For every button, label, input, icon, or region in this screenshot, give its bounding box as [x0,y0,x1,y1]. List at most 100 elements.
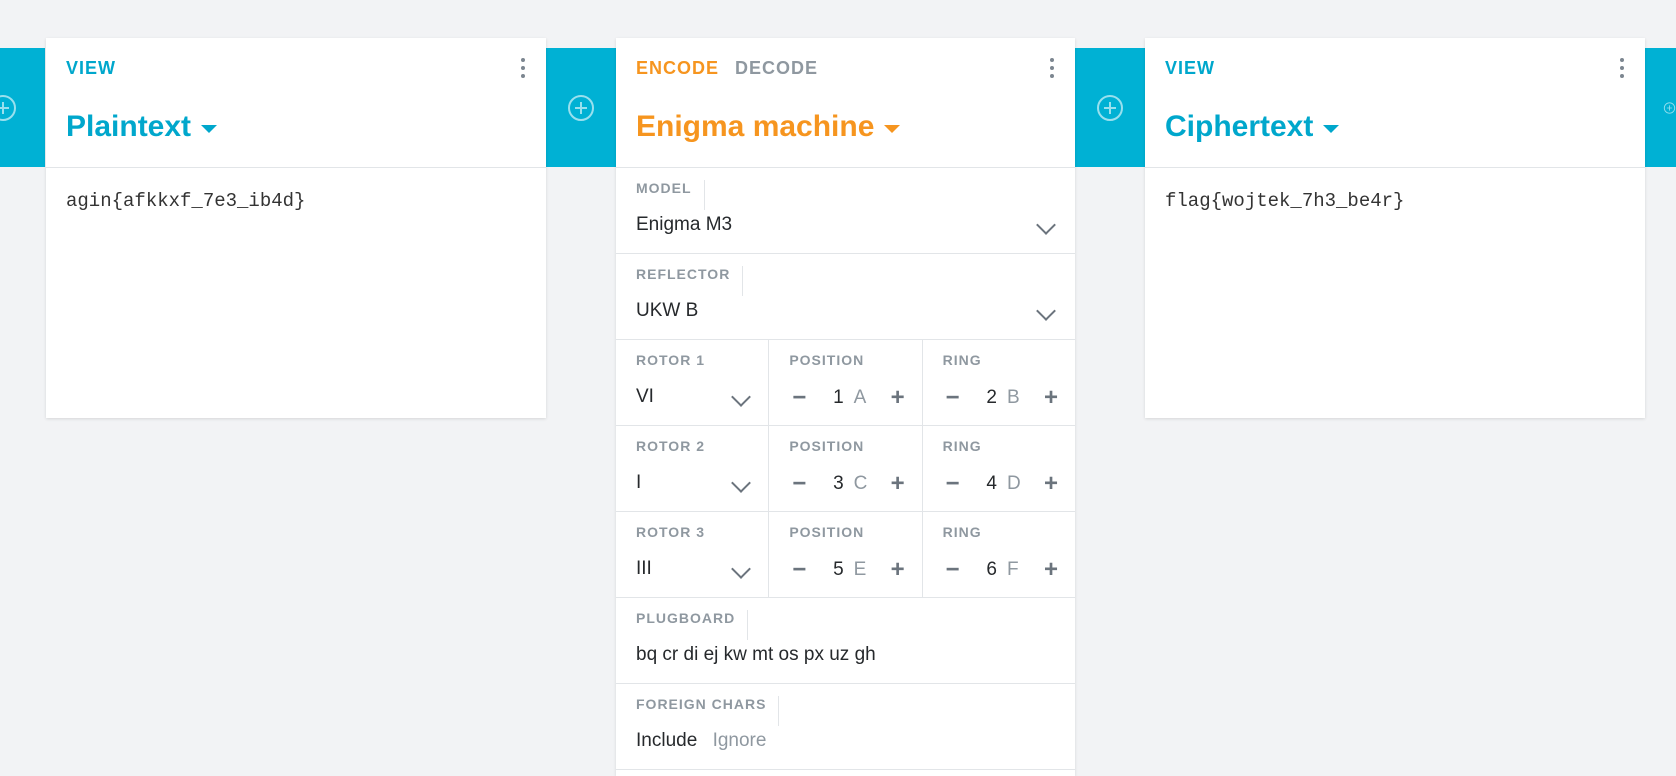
rotor-value: VI [636,386,654,407]
field-label: POSITION [789,524,865,540]
ciphertext-brick: VIEW Ciphertext flag{wojtek_7h3_be4r} [1145,38,1645,418]
plaintext-brick: VIEW Plaintext agin{afkkxf_7e3_ib4d} [46,38,546,418]
ring-stepper: RING − 6 F + [923,512,1075,597]
plus-circle-icon [0,94,16,121]
field-label: PLUGBOARD [636,610,749,640]
chevron-down-icon[interactable] [731,387,752,407]
plugboard-value[interactable]: bq cr di ej kw mt os px uz gh [636,644,876,666]
brick-title: Plaintext [66,110,192,143]
reflector-select[interactable]: REFLECTOR UKW B [616,254,1075,340]
plus-icon[interactable]: + [1041,470,1061,498]
brick-title: Ciphertext [1165,110,1314,143]
add-brick-button-left[interactable] [0,48,45,167]
brick-title: Enigma machine [636,110,875,143]
field-label: REFLECTOR [636,266,744,296]
foreign-chars-field: FOREIGN CHARS Include Ignore [616,684,1075,770]
view-tabs: VIEW [1165,58,1215,79]
plus-icon[interactable]: + [888,384,908,412]
tab-view[interactable]: VIEW [66,58,116,79]
brick-title-selector[interactable]: Enigma machine [636,110,901,144]
view-tabs: VIEW [66,58,116,79]
chevron-down-icon[interactable] [731,559,752,579]
minus-icon[interactable]: − [943,556,963,584]
field-label: ROTOR 2 [636,438,705,454]
position-stepper: POSITION − 5 E + [769,512,923,597]
plus-icon[interactable]: + [888,470,908,498]
ring-stepper: RING − 4 D + [923,426,1075,511]
ring-value[interactable]: 6 [963,559,997,581]
plus-circle-icon [1097,94,1123,121]
position-stepper: POSITION − 1 A + [769,340,923,425]
chevron-down-icon[interactable] [731,473,752,493]
plaintext-content[interactable]: agin{afkkxf_7e3_ib4d} [46,168,546,400]
tab-decode[interactable]: DECODE [735,58,818,79]
field-label: RING [942,352,982,368]
rotor-value: I [636,472,642,493]
ring-letter: D [1006,473,1021,494]
add-brick-button-2[interactable] [1075,48,1145,167]
foreign-chars-options: Include Ignore [636,730,776,752]
rotor-value: III [636,558,652,579]
brick-header: VIEW Ciphertext [1145,38,1645,168]
plus-circle-icon [1663,101,1676,114]
field-label: POSITION [789,438,865,454]
field-label: FOREIGN CHARS [636,696,780,726]
ring-letter: B [1006,387,1020,408]
field-label: ROTOR 3 [636,524,705,540]
minus-icon[interactable]: − [789,384,809,412]
model-value: Enigma M3 [636,214,733,235]
ring-value[interactable]: 4 [963,473,997,495]
position-letter: E [853,559,867,580]
plus-circle-icon [568,94,594,121]
chevron-down-icon[interactable] [1036,215,1056,235]
plugboard-field[interactable]: PLUGBOARD bq cr di ej kw mt os px uz gh [616,598,1075,684]
ring-value[interactable]: 2 [963,387,997,409]
add-brick-button-right[interactable] [1645,48,1676,167]
plus-icon[interactable]: + [1041,556,1061,584]
option-ignore[interactable]: Ignore [713,730,767,751]
position-letter: C [853,473,868,494]
brick-title-selector[interactable]: Plaintext [66,110,218,144]
rotor-select[interactable]: ROTOR 2 I [616,426,770,511]
position-letter: A [853,387,867,408]
field-label: ROTOR 1 [636,352,705,368]
plus-icon[interactable]: + [888,556,908,584]
field-label: RING [942,524,982,540]
position-stepper: POSITION − 3 C + [769,426,923,511]
rotor-select[interactable]: ROTOR 3 III [616,512,770,597]
tab-encode[interactable]: ENCODE [636,58,719,79]
position-value[interactable]: 3 [809,473,844,495]
reflector-value: UKW B [636,300,699,321]
plus-icon[interactable]: + [1041,384,1061,412]
caret-down-icon [201,125,218,133]
rotor-select[interactable]: ROTOR 1 VI [616,340,770,425]
brick-title-selector[interactable]: Ciphertext [1165,110,1340,144]
option-include[interactable]: Include [636,730,697,751]
add-brick-button-1[interactable] [546,48,616,167]
more-vertical-icon[interactable] [1617,58,1627,82]
position-value[interactable]: 5 [809,559,844,581]
position-value[interactable]: 1 [809,387,844,409]
minus-icon[interactable]: − [943,384,963,412]
enigma-brick: ENCODE DECODE Enigma machine MODEL Enigm… [616,38,1075,776]
brick-header: VIEW Plaintext [46,38,546,168]
mode-tabs: ENCODE DECODE [636,58,818,79]
field-label: MODEL [636,180,705,210]
rotor-row: ROTOR 3 III POSITION − 5 E + RING − 6 F … [616,512,1075,598]
caret-down-icon [1323,125,1340,133]
field-label: POSITION [789,352,865,368]
brick-header: ENCODE DECODE Enigma machine [616,38,1075,168]
tab-view[interactable]: VIEW [1165,58,1215,79]
minus-icon[interactable]: − [789,470,809,498]
model-select[interactable]: MODEL Enigma M3 [616,168,1075,254]
caret-down-icon [884,125,901,133]
more-vertical-icon[interactable] [1047,58,1057,82]
rotor-row: ROTOR 2 I POSITION − 3 C + RING − 4 D + [616,426,1075,512]
more-vertical-icon[interactable] [518,58,528,82]
field-label: RING [942,438,982,454]
ciphertext-content[interactable]: flag{wojtek_7h3_be4r} [1145,168,1645,400]
ring-stepper: RING − 2 B + [923,340,1075,425]
chevron-down-icon[interactable] [1036,301,1056,321]
minus-icon[interactable]: − [789,556,809,584]
minus-icon[interactable]: − [943,470,963,498]
